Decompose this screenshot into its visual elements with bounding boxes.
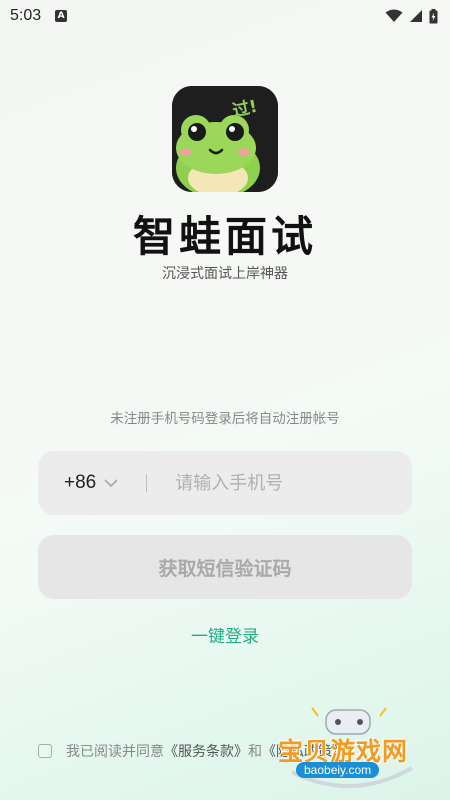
watermark-url: baobeiy.com [296, 762, 380, 778]
watermark: 宝贝游戏网 baobeiy.com [272, 702, 432, 792]
a-letter-icon: A [55, 10, 68, 22]
one-click-login-link[interactable]: 一键登录 [0, 622, 450, 647]
status-time: 5:03 [10, 7, 42, 24]
field-divider [146, 474, 148, 492]
terms-link[interactable]: 《服务条款》 [164, 741, 248, 761]
frog-icon: 过! [172, 86, 278, 192]
agreement-checkbox[interactable] [38, 744, 52, 758]
agreement-and: 和 [248, 744, 262, 760]
wifi-icon [385, 9, 403, 22]
get-sms-code-button[interactable]: 获取短信验证码 [38, 535, 412, 599]
cell-signal-icon [410, 10, 422, 22]
chevron-down-icon [104, 479, 118, 487]
app-logo: 过! [172, 86, 278, 192]
register-hint: 未注册手机号码登录后将自动注册帐号 [110, 411, 340, 427]
phone-input[interactable] [175, 472, 396, 494]
country-code-selector[interactable]: +86 [64, 472, 118, 494]
app-name: 智蛙面试 [132, 212, 317, 261]
app-slogan: 沉浸式面试上岸神器 [162, 266, 288, 282]
battery-charging-icon [429, 8, 438, 23]
country-code-label: +86 [64, 472, 97, 493]
status-bar: 5:03 A [0, 0, 450, 32]
agreement-prefix: 我已阅读并同意 [66, 744, 164, 760]
phone-field: +86 [38, 451, 412, 515]
status-icons [385, 8, 438, 24]
